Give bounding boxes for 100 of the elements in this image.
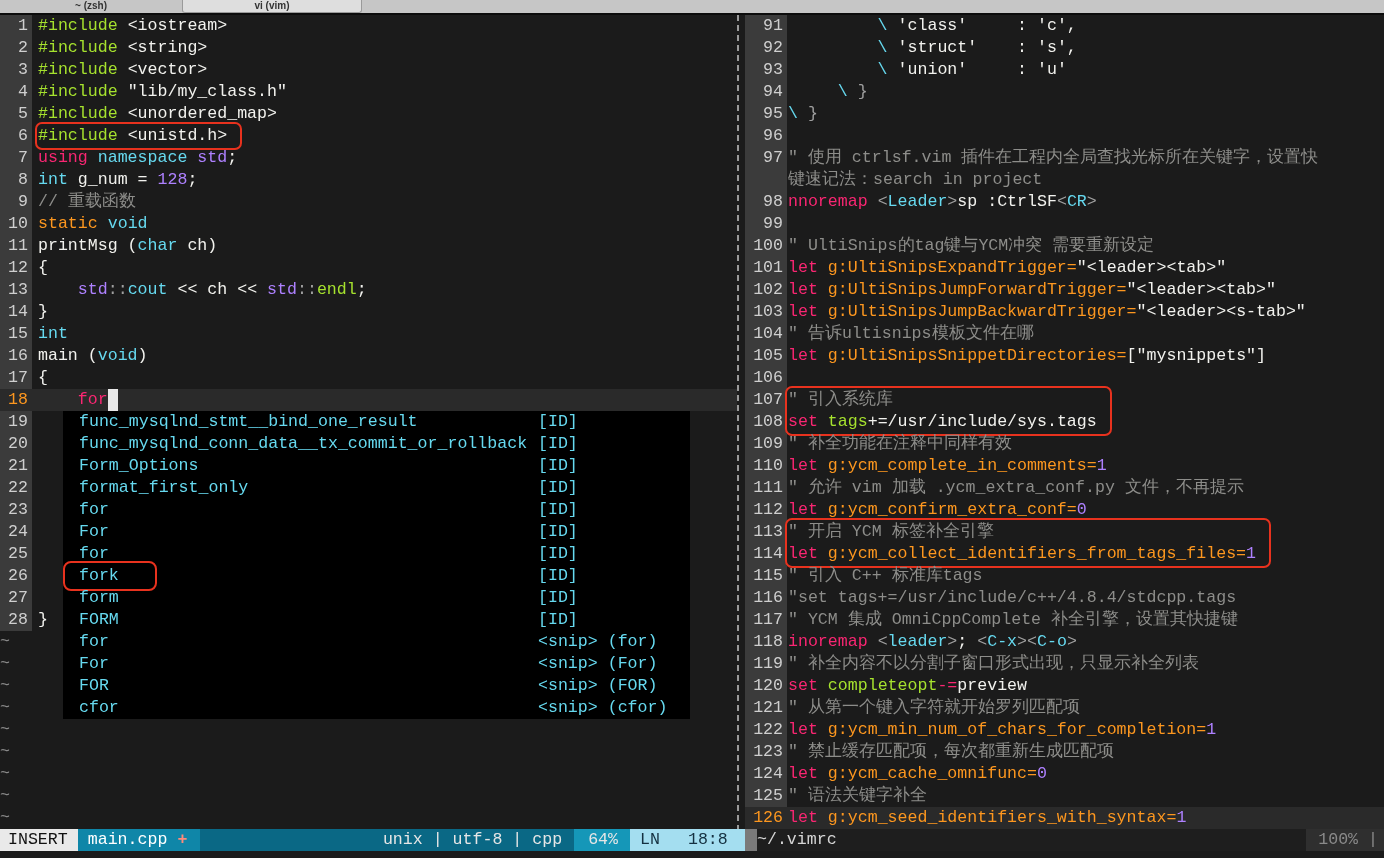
code-line: { <box>38 257 48 279</box>
code-line: \ } <box>836 81 868 103</box>
empty-line-marker: ~ <box>0 697 10 719</box>
code-line: " 补全功能在注释中同样有效 <box>788 433 1012 455</box>
code-line: let g:UltiSnipsExpandTrigger="<leader><tab>" <box>788 257 1227 279</box>
completion-kind: <snip> (For) <box>538 653 659 675</box>
completion-item[interactable]: func_mysqlnd_conn_data__tx_commit_or_rollback <box>79 433 528 455</box>
code-line: "set tags+=/usr/include/c++/4.8.4/stdcpp.tags <box>788 587 1237 609</box>
code-line: #include <unordered_map> <box>38 103 277 125</box>
code-line: int g_num = 128; <box>38 169 198 191</box>
line-number: 13 <box>0 279 32 301</box>
line-number: 24 <box>0 521 32 543</box>
empty-line-marker: ~ <box>0 719 10 741</box>
completion-item[interactable]: FOR <box>79 675 109 697</box>
code-line: let g:UltiSnipsJumpForwardTrigger="<leader><tab>" <box>788 279 1276 301</box>
line-number: 115 <box>745 565 787 587</box>
code-line: let g:ycm_confirm_extra_conf=0 <box>788 499 1087 521</box>
code-line: " 语法关键字补全 <box>788 785 927 807</box>
line-number: 7 <box>0 147 32 169</box>
code-line: let g:UltiSnipsJumpBackwardTrigger="<leader><s-tab>" <box>788 301 1306 323</box>
completion-kind: [ID] <box>538 565 579 587</box>
line-number: 100 <box>745 235 787 257</box>
line-number: 8 <box>0 169 32 191</box>
line-number: 114 <box>745 543 787 565</box>
completion-kind: [ID] <box>538 521 579 543</box>
line-number: 12 <box>0 257 32 279</box>
code-line: 键速记法：search in project <box>788 169 1043 191</box>
completion-kind: [ID] <box>538 433 579 455</box>
line-number: 9 <box>0 191 32 213</box>
line-number: 102 <box>745 279 787 301</box>
line-number: 113 <box>745 521 787 543</box>
line-number: 25 <box>0 543 32 565</box>
line-number: 104 <box>745 323 787 345</box>
position-label: LN <box>640 829 660 851</box>
code-line: set completeopt-=preview <box>788 675 1028 697</box>
line-number: 6 <box>0 125 32 147</box>
line-number: 103 <box>745 301 787 323</box>
code-line: // 重载函数 <box>38 191 136 213</box>
scroll-percent: 100% | <box>1306 829 1384 851</box>
completion-item[interactable]: func_mysqlnd_stmt__bind_one_result <box>79 411 418 433</box>
completion-item[interactable]: for <box>79 543 109 565</box>
code-line: let g:ycm_complete_in_comments=1 <box>788 455 1107 477</box>
line-number: 20 <box>0 433 32 455</box>
line-number: 96 <box>745 125 787 147</box>
completion-item[interactable]: For <box>79 653 109 675</box>
line-number: 15 <box>0 323 32 345</box>
code-line: #include <unistd.h> <box>38 125 228 147</box>
line-number: 108 <box>745 411 787 433</box>
completion-item[interactable]: for <box>79 631 109 653</box>
code-line: " 开启 YCM 标签补全引擎 <box>788 521 995 543</box>
code-line: " 引入系统库 <box>788 389 894 411</box>
code-line: \ 'union' : 'u' <box>876 59 1067 81</box>
completion-item[interactable]: Form_Options <box>79 455 199 477</box>
code-line: let g:ycm_seed_identifiers_with_syntax=1 <box>788 807 1187 829</box>
empty-line-marker: ~ <box>0 653 10 675</box>
completion-item[interactable]: form <box>79 587 119 609</box>
mode-indicator: INSERT <box>0 829 78 851</box>
line-number: 17 <box>0 367 32 389</box>
line-number: 91 <box>745 15 787 37</box>
empty-line-marker: ~ <box>0 807 10 829</box>
cursor-position: 18:8 <box>687 829 728 851</box>
code-line: printMsg (char ch) <box>38 235 218 257</box>
line-number: 28 <box>0 609 32 631</box>
completion-item[interactable]: cfor <box>79 697 119 719</box>
completion-item[interactable]: format_first_only <box>79 477 249 499</box>
code-line: let g:ycm_cache_omnifunc=0 <box>788 763 1047 785</box>
completion-kind: [ID] <box>538 543 579 565</box>
completion-item[interactable]: FORM <box>79 609 119 631</box>
terminal-tab[interactable]: vi (vim) <box>182 0 362 13</box>
code-line: " 从第一个键入字符就开始罗列匹配项 <box>788 697 1080 719</box>
line-number: 2 <box>0 37 32 59</box>
line-number: 22 <box>0 477 32 499</box>
code-line: let g:UltiSnipsSnippetDirectories=["mysnippets"] <box>788 345 1266 367</box>
empty-line-marker: ~ <box>0 741 10 763</box>
completion-kind: [ID] <box>538 411 579 433</box>
completion-item[interactable]: For <box>79 521 109 543</box>
completion-item[interactable]: for <box>79 499 109 521</box>
code-line: \ 'class' : 'c', <box>876 15 1077 37</box>
completion-kind: [ID] <box>538 455 579 477</box>
code-line: " YCM 集成 OmniCppComplete 补全引擎，设置其快捷键 <box>788 609 1239 631</box>
line-number: 4 <box>0 81 32 103</box>
code-line: " 补全内容不以分割子窗口形式出现，只显示补全列表 <box>788 653 1199 675</box>
line-number: 21 <box>0 455 32 477</box>
line-number: 123 <box>745 741 787 763</box>
code-line: let g:ycm_min_num_of_chars_for_completion=1 <box>788 719 1217 741</box>
line-number: 1 <box>0 15 32 37</box>
line-number: 92 <box>745 37 787 59</box>
code-line: set tags+=/usr/include/sys.tags <box>788 411 1097 433</box>
file-name: main.cpp <box>87 829 168 851</box>
line-number: 106 <box>745 367 787 389</box>
terminal-tab[interactable]: ~ (zsh) <box>2 0 180 13</box>
completion-kind: [ID] <box>538 587 579 609</box>
code-line: " 允许 vim 加载 .ycm_extra_conf.py 文件，不再提示 <box>788 477 1244 499</box>
file-format: unix | utf-8 | cpp <box>382 829 564 851</box>
code-line: int <box>38 323 68 345</box>
code-line: #include <vector> <box>38 59 208 81</box>
line-number: 10 <box>0 213 32 235</box>
line-number: 16 <box>0 345 32 367</box>
code-line: main (void) <box>38 345 148 367</box>
line-number: 111 <box>745 477 787 499</box>
